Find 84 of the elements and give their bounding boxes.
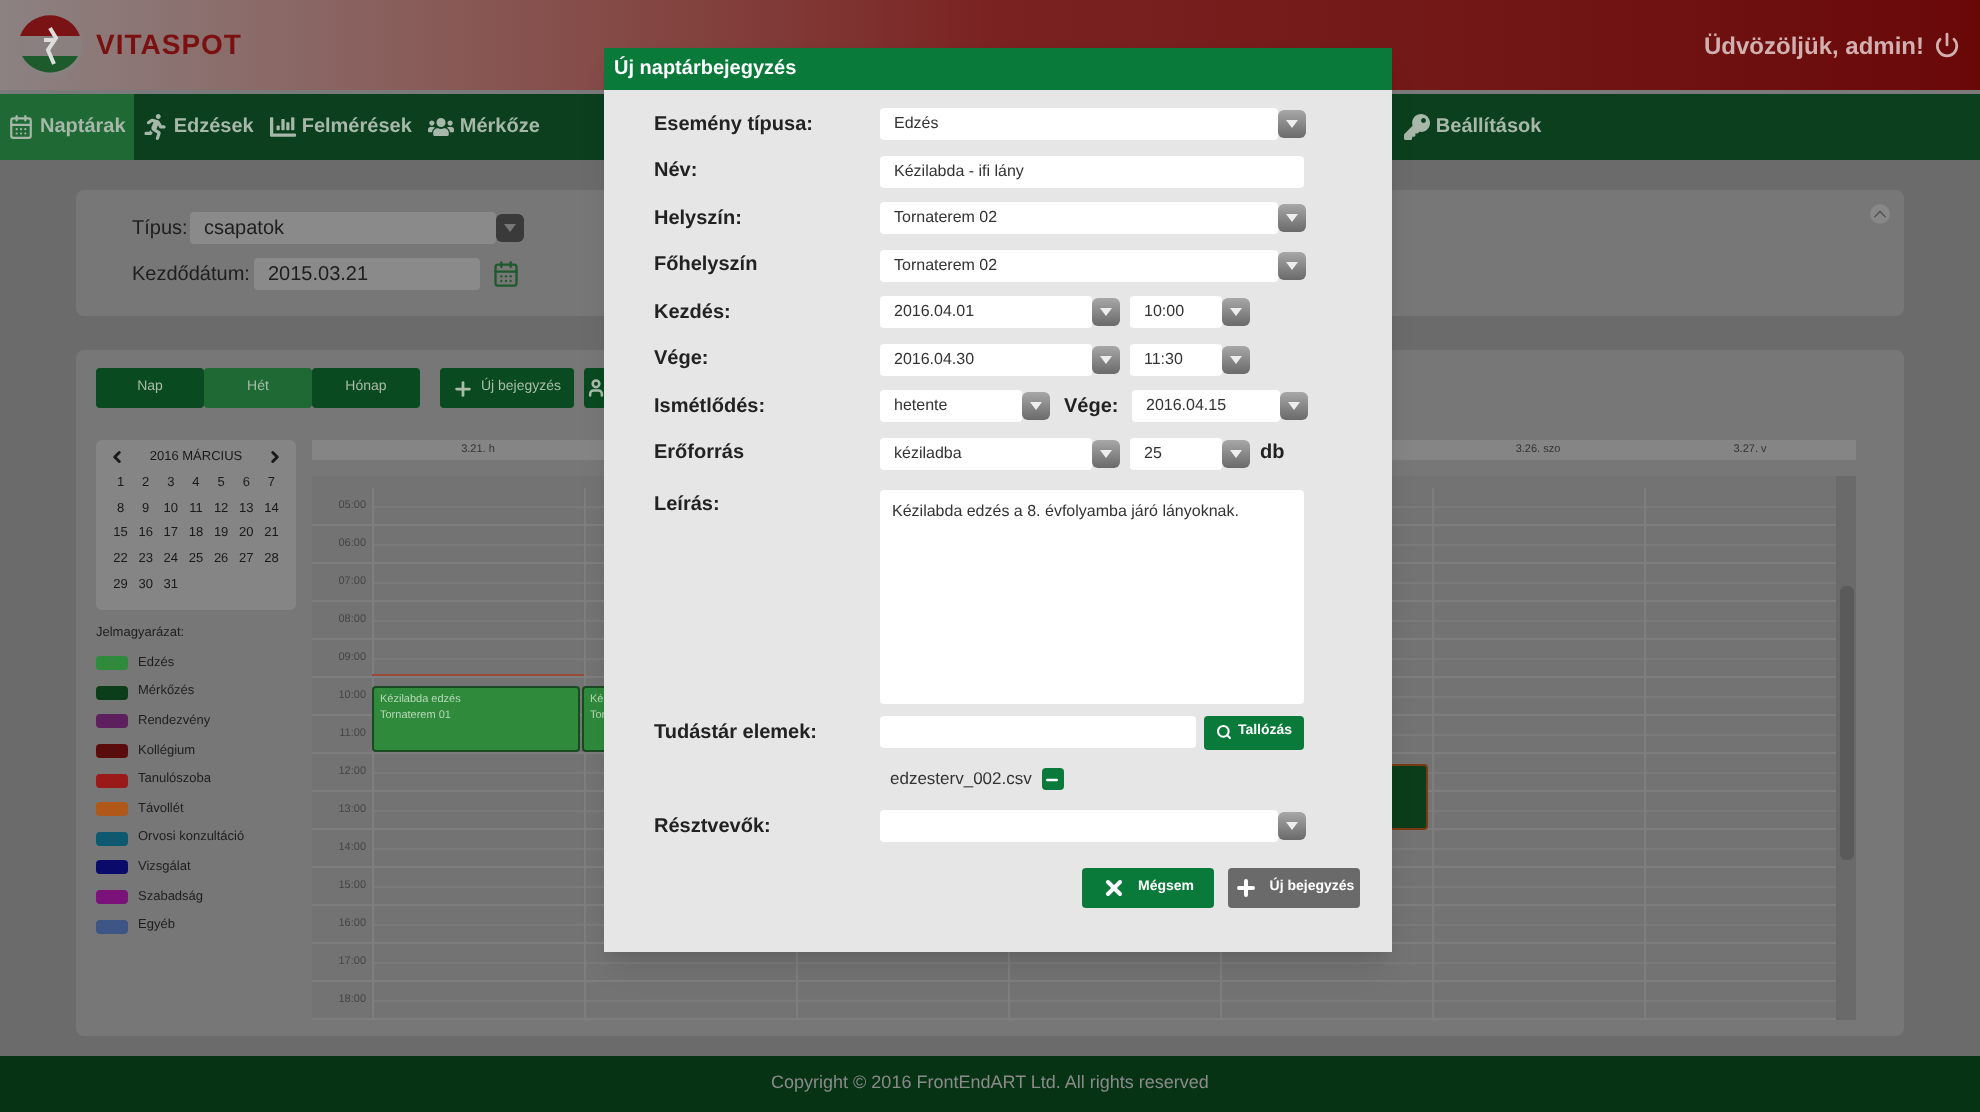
- field-label: Kezdődátum:: [132, 261, 252, 289]
- select-field[interactable]: Tornaterem 02: [880, 202, 1278, 235]
- caret-icon: [1286, 214, 1298, 223]
- next-month-icon[interactable]: [266, 448, 284, 467]
- dropdown-button[interactable]: [1022, 392, 1050, 421]
- field-label: Ismétlődés:: [654, 393, 768, 422]
- field-label: Tudástár elemek:: [654, 719, 820, 748]
- caret-icon: [1288, 402, 1300, 411]
- select-field[interactable]: Tornaterem 02: [880, 249, 1278, 282]
- dropdown-button[interactable]: [1278, 204, 1306, 233]
- select-field[interactable]: kéziladba: [880, 437, 1092, 470]
- dropdown-button[interactable]: [1092, 439, 1120, 468]
- power-icon[interactable]: [1934, 32, 1960, 58]
- modal-title: Új naptárbejegyzés: [614, 54, 797, 84]
- field-label: Esemény típusa:: [654, 111, 815, 140]
- nav-item[interactable]: Felmérések: [261, 94, 420, 160]
- welcome-text: Üdvözöljük, admin!: [1703, 29, 1924, 63]
- field-label: Típus:: [132, 215, 190, 243]
- file-name: edzesterv_002.csv: [890, 766, 1032, 793]
- dropdown-button[interactable]: [1278, 110, 1306, 139]
- nav-item[interactable]: Naptárak: [0, 94, 134, 160]
- caret-icon: [1100, 355, 1112, 364]
- caret-icon: [1100, 308, 1112, 317]
- select-field[interactable]: hetente: [880, 390, 1022, 423]
- remove-button[interactable]: [1041, 768, 1064, 791]
- dropdown-button[interactable]: [1092, 298, 1120, 327]
- caret-icon: [1030, 402, 1042, 411]
- scrollbar[interactable]: [1836, 476, 1856, 1020]
- date-field[interactable]: 2016.04.15: [1132, 390, 1280, 423]
- unit-label: db: [1260, 440, 1285, 469]
- search-icon: [1215, 724, 1232, 741]
- dropdown-button[interactable]: [1278, 251, 1306, 280]
- select-field[interactable]: csapatok: [190, 212, 496, 244]
- previous-month-icon[interactable]: [108, 448, 126, 467]
- date-field[interactable]: 2016.04.30: [880, 343, 1092, 376]
- logo-text: VITASPOT: [96, 26, 242, 64]
- dropdown-button[interactable]: [1222, 298, 1250, 327]
- field-label: Kezdés:: [654, 299, 733, 328]
- key-icon: [1403, 114, 1430, 140]
- logo-icon: [16, 11, 84, 79]
- dropdown-button[interactable]: [1222, 345, 1250, 374]
- dropdown-button[interactable]: [1278, 812, 1306, 841]
- field-label: Leírás:: [654, 491, 722, 519]
- field-label: Főhelyszín: [654, 252, 760, 281]
- date-field[interactable]: 2016.04.01: [880, 296, 1092, 329]
- field-label: Név:: [654, 158, 700, 187]
- input-field[interactable]: [880, 716, 1196, 749]
- dropdown-button[interactable]: [1280, 392, 1308, 421]
- select-field[interactable]: Edzés: [880, 108, 1278, 141]
- field-label: Vége:: [654, 346, 711, 375]
- runner-icon: [141, 114, 168, 140]
- user-icon: [586, 378, 606, 398]
- caret-icon: [1286, 822, 1298, 831]
- people-icon: [427, 114, 454, 140]
- field-label: Résztvevők:: [654, 813, 773, 842]
- time-field[interactable]: 11:30: [1130, 343, 1222, 376]
- nav-item[interactable]: Mérkőze: [419, 94, 548, 160]
- copyright-text: Copyright © 2016 FrontEndART Ltd. All rights reserved: [771, 1070, 1209, 1097]
- text-field[interactable]: Kézilabda - ifi lány: [880, 155, 1304, 188]
- description-textarea[interactable]: Kézilabda edzés a 8. évfolyamba járó lányoknak.: [880, 489, 1304, 703]
- caret-icon: [504, 224, 516, 232]
- field-label: Helyszín:: [654, 205, 744, 234]
- nav-item[interactable]: Beállítások: [1395, 94, 1550, 160]
- close-icon: [1101, 876, 1126, 900]
- plus-icon: [452, 377, 475, 399]
- field-label: Vége:: [1064, 393, 1121, 422]
- select-field[interactable]: [880, 810, 1278, 843]
- number-field[interactable]: 25: [1130, 437, 1222, 470]
- plus-icon: [1233, 876, 1258, 900]
- bar-chart-icon: [269, 114, 296, 140]
- caret-icon: [1286, 261, 1298, 270]
- dropdown-button[interactable]: [496, 214, 524, 242]
- calendar-icon: [8, 114, 34, 140]
- caret-icon: [1286, 120, 1298, 129]
- dropdown-button[interactable]: [1222, 439, 1250, 468]
- caret-icon: [1230, 308, 1242, 317]
- nav-item[interactable]: Edzések: [133, 94, 262, 160]
- time-field[interactable]: 10:00: [1130, 296, 1222, 329]
- caret-icon: [1100, 449, 1112, 458]
- date-field[interactable]: 2015.03.21: [254, 258, 480, 290]
- dropdown-button[interactable]: [1092, 345, 1120, 374]
- caret-icon: [1230, 449, 1242, 458]
- caret-icon: [1230, 355, 1242, 364]
- field-label: Erőforrás: [654, 440, 747, 469]
